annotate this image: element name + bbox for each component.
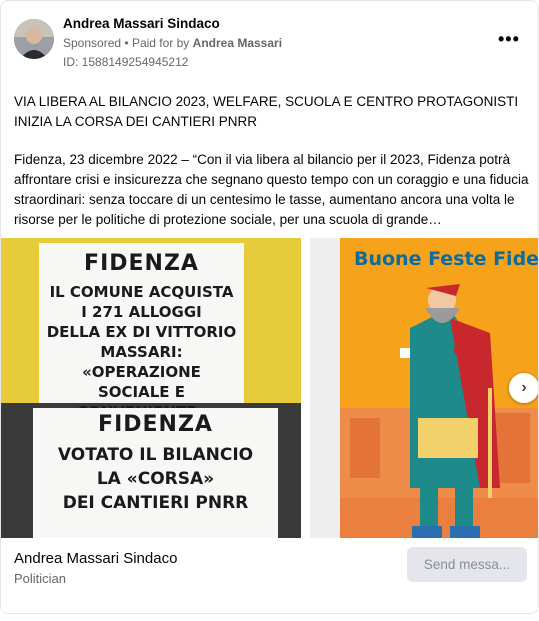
poster-1-text: IL COMUNE ACQUISTA I 271 ALLOGGI DELLA E…	[39, 282, 244, 422]
avatar-image	[14, 19, 54, 59]
ad-id: ID: 1588149254945212	[63, 55, 189, 69]
paid-for-prefix: Paid for by	[131, 36, 190, 50]
avatar[interactable]	[14, 19, 54, 59]
sponsored-label: Sponsored	[63, 36, 122, 50]
more-options-icon[interactable]: •••	[498, 29, 520, 50]
poster-2-title: FIDENZA	[98, 412, 213, 437]
poster-1-line: DELLA EX DI VITTORIO	[46, 323, 237, 341]
poster-2-line: LA «CORSA»	[96, 469, 215, 489]
news-poster-2: FIDENZA VOTATO IL BILANCIO LA «CORSA» DE…	[33, 408, 278, 538]
poster-2-line: VOTATO IL BILANCIO	[57, 445, 254, 465]
headline-line-2: INIZIA LA CORSA DEI CANTIERI PNRR	[14, 114, 258, 129]
image-carousel[interactable]: FIDENZA IL COMUNE ACQUISTA I 271 ALLOGGI…	[1, 238, 538, 538]
carousel-gap	[310, 238, 340, 538]
paid-for-name: Andrea Massari	[192, 36, 283, 50]
send-message-button[interactable]: Send messa...	[407, 547, 527, 582]
advertiser-name[interactable]: Andrea Massari Sindaco	[63, 16, 220, 31]
poster-1-title: FIDENZA	[84, 251, 199, 276]
news-poster-1: FIDENZA IL COMUNE ACQUISTA I 271 ALLOGGI…	[39, 243, 244, 421]
poster-1-line: I 271 ALLOGGI	[81, 303, 202, 321]
ad-card: Andrea Massari Sindaco Sponsored • Paid …	[0, 0, 539, 614]
carousel-next-button[interactable]: ›	[509, 373, 538, 403]
page-name[interactable]: Andrea Massari Sindaco	[14, 550, 177, 567]
sponsored-line: Sponsored • Paid for by Andrea Massari	[63, 36, 282, 50]
poster-2-text: VOTATO IL BILANCIO LA «CORSA» DEI CANTIE…	[33, 443, 278, 515]
carousel-card-1[interactable]: FIDENZA IL COMUNE ACQUISTA I 271 ALLOGGI…	[1, 238, 301, 538]
ad-headline: VIA LIBERA AL BILANCIO 2023, WELFARE, SC…	[14, 92, 529, 132]
dot-separator: •	[124, 36, 132, 50]
poster-2-line: DEI CANTIERI PNRR	[62, 493, 249, 513]
headline-line-1: VIA LIBERA AL BILANCIO 2023, WELFARE, SC…	[14, 94, 519, 109]
chevron-right-icon: ›	[521, 379, 527, 396]
poster-1-line: IL COMUNE ACQUISTA	[49, 283, 234, 301]
poster-1-line: MASSARI: «OPERAZIONE	[82, 343, 201, 381]
page-category: Politician	[14, 571, 67, 586]
ad-body-text: Fidenza, 23 dicembre 2022 – “Con il via …	[14, 152, 529, 227]
